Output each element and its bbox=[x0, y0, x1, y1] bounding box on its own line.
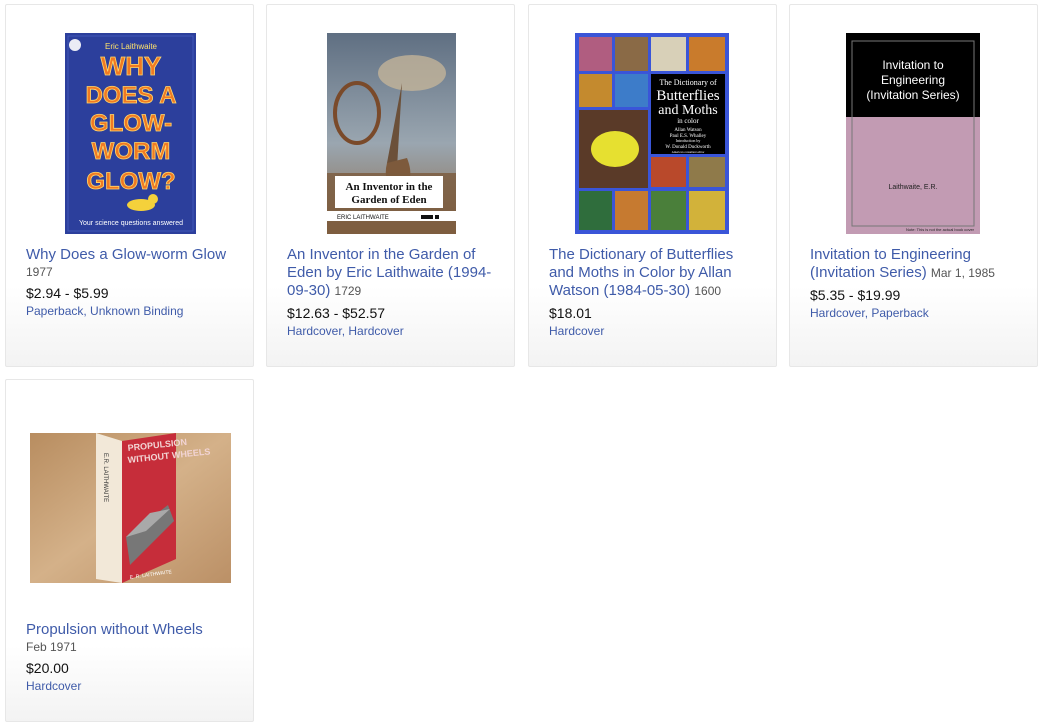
format-link-paperback[interactable]: Paperback bbox=[871, 306, 928, 320]
cover-title-line: in color bbox=[677, 117, 699, 125]
format-link-hardcover[interactable]: Hardcover bbox=[287, 324, 342, 338]
cover-author: Laithwaite, E.R. bbox=[888, 184, 937, 191]
book-cover-image[interactable]: An Inventor in the Garden of Eden ERIC L… bbox=[327, 33, 456, 234]
cover-title-line: DOES A bbox=[85, 82, 176, 109]
format-links: Hardcover, Paperback bbox=[810, 306, 929, 320]
cover-title-line: Butterflies bbox=[656, 88, 719, 104]
book-cover-butterflies: The Dictionary of Butterflies and Moths … bbox=[575, 33, 729, 234]
publication-date: 1729 bbox=[334, 284, 362, 298]
cover-title-line: and Moths bbox=[658, 103, 718, 118]
book-cover-propulsion: PROPULSION WITHOUT WHEELS E.R. LAITHWAIT… bbox=[30, 433, 231, 583]
product-card[interactable]: Invitation to Engineering (Invitation Se… bbox=[789, 4, 1038, 367]
cover-title-line: (Invitation Series) bbox=[866, 88, 959, 102]
cover-author: Eric Laithwaite bbox=[105, 42, 158, 51]
cover-author: ERIC LAITHWAITE bbox=[337, 215, 389, 221]
price-range: $2.94 - $5.99 bbox=[26, 285, 109, 301]
product-title-link[interactable]: Invitation to Engineering (Invitation Se… bbox=[810, 246, 1021, 282]
format-link-hardcover[interactable]: Hardcover bbox=[549, 324, 604, 338]
format-links: Hardcover bbox=[26, 678, 237, 694]
book-cover-invitation: Invitation to Engineering (Invitation Se… bbox=[846, 33, 980, 234]
cover-title-line: WORM bbox=[92, 138, 171, 165]
book-cover-image[interactable]: PROPULSION WITHOUT WHEELS E.R. LAITHWAIT… bbox=[30, 433, 231, 583]
format-link-hardcover[interactable]: Hardcover bbox=[26, 679, 81, 693]
product-title-link[interactable]: Propulsion without Wheels bbox=[26, 621, 237, 639]
publication-date: 1600 bbox=[694, 284, 722, 298]
cover-spine-author: E.R. LAITHWAITE bbox=[102, 453, 108, 502]
cover-title-line: WHY bbox=[101, 51, 162, 81]
product-card[interactable]: PROPULSION WITHOUT WHEELS E.R. LAITHWAIT… bbox=[5, 379, 254, 722]
format-links: Hardcover, Hardcover bbox=[287, 324, 404, 338]
price-range: $12.63 - $52.57 bbox=[287, 305, 386, 321]
publication-date: Feb 1971 bbox=[26, 640, 77, 654]
product-title-link[interactable]: An Inventor in the Garden of Eden by Eri… bbox=[287, 246, 498, 300]
cover-title-line: The Dictionary of bbox=[659, 78, 717, 87]
book-cover-image[interactable]: Invitation to Engineering (Invitation Se… bbox=[846, 33, 980, 234]
product-card[interactable]: Eric Laithwaite WHY DOES A GLOW- WORM GL… bbox=[5, 4, 254, 367]
book-cover-inventor: An Inventor in the Garden of Eden ERIC L… bbox=[327, 33, 456, 234]
cover-title-line: Engineering bbox=[881, 73, 945, 87]
cover-title-line: Invitation to bbox=[882, 58, 944, 72]
format-link-hardcover[interactable]: Hardcover bbox=[810, 306, 865, 320]
cover-note: Note: This is not the actual book cover bbox=[906, 227, 975, 232]
cover-credit: American consultant editor bbox=[672, 150, 705, 154]
cover-title-line: An Inventor in the bbox=[346, 181, 433, 193]
publication-date: 1977 bbox=[26, 265, 53, 279]
product-title-link[interactable]: The Dictionary of Butterflies and Moths … bbox=[549, 246, 760, 300]
cover-title-line: GLOW? bbox=[86, 168, 175, 195]
book-cover-image[interactable]: The Dictionary of Butterflies and Moths … bbox=[575, 33, 729, 234]
price-range: $18.01 bbox=[549, 305, 592, 321]
publication-date: Mar 1, 1985 bbox=[930, 266, 995, 280]
cover-credit: Introduction by bbox=[676, 138, 701, 143]
product-title-link[interactable]: Why Does a Glow-worm Glow bbox=[26, 246, 237, 264]
book-cover-image[interactable]: Eric Laithwaite WHY DOES A GLOW- WORM GL… bbox=[65, 33, 196, 234]
book-cover-glowworm: Eric Laithwaite WHY DOES A GLOW- WORM GL… bbox=[65, 33, 196, 234]
format-link-paperback[interactable]: Paperback bbox=[26, 304, 83, 318]
cover-title-line: Garden of Eden bbox=[351, 194, 426, 206]
cover-tagline: Your science questions answered bbox=[79, 220, 183, 227]
product-card[interactable]: The Dictionary of Butterflies and Moths … bbox=[528, 4, 777, 367]
format-links: Hardcover bbox=[549, 323, 760, 339]
cover-title-line: GLOW- bbox=[90, 110, 172, 137]
product-card[interactable]: An Inventor in the Garden of Eden ERIC L… bbox=[266, 4, 515, 367]
format-link-unknown-binding[interactable]: Unknown Binding bbox=[90, 304, 183, 318]
price-range: $5.35 - $19.99 bbox=[810, 287, 901, 303]
format-link-hardcover[interactable]: Hardcover bbox=[348, 324, 403, 338]
format-links: Paperback, Unknown Binding bbox=[26, 304, 184, 318]
cover-credit: Allan Watson bbox=[674, 128, 702, 133]
price-range: $20.00 bbox=[26, 660, 69, 676]
